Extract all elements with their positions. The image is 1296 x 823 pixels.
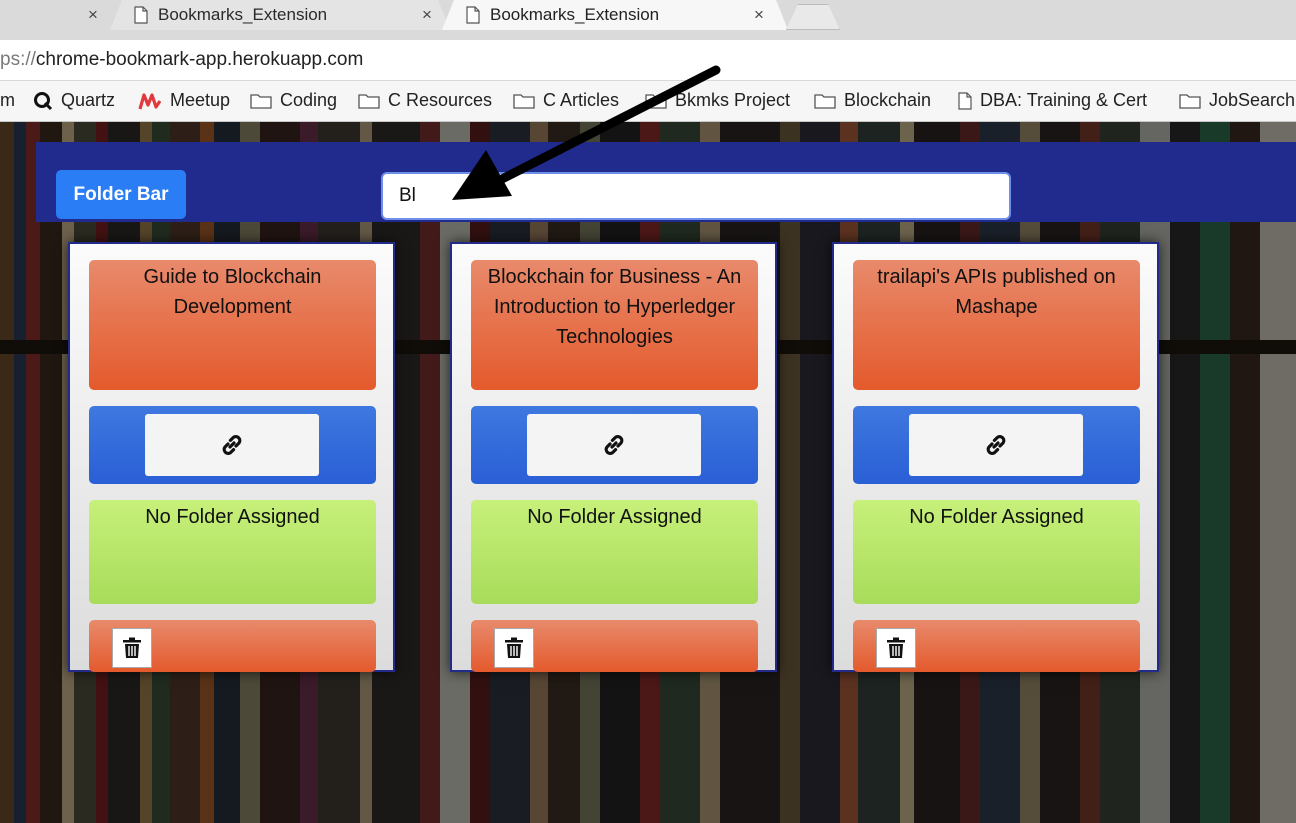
close-icon[interactable]: × [754, 5, 764, 25]
tab-label: Bookmarks_Extension [490, 5, 660, 24]
folder-assignment[interactable]: No Folder Assigned [471, 500, 758, 604]
bookmark-jobsearch[interactable]: JobSearch [1179, 90, 1295, 111]
link-icon [222, 435, 242, 455]
bookmark-title: trailapi's APIs published on Mashape [853, 260, 1140, 390]
bookmark-title: Blockchain for Business - An Introductio… [471, 260, 758, 390]
folder-icon [513, 93, 535, 109]
delete-panel [853, 620, 1140, 672]
link-icon [604, 435, 624, 455]
delete-panel [89, 620, 376, 672]
bookmark-c-resources[interactable]: C Resources [358, 90, 492, 111]
tab-bookmarks-1[interactable]: Bookmarks_Extension × [134, 0, 434, 30]
bookmark-label: Blockchain [844, 90, 932, 110]
delete-button[interactable] [494, 628, 534, 668]
folder-icon [250, 93, 272, 109]
bookmark-card: trailapi's APIs published on Mashape No … [832, 242, 1159, 672]
bookmark-card: Guide to Blockchain Development No Folde… [68, 242, 395, 672]
bookmark-partial[interactable]: m [0, 90, 15, 111]
close-icon[interactable]: × [422, 5, 432, 25]
delete-button[interactable] [876, 628, 916, 668]
folder-assignment[interactable]: No Folder Assigned [853, 500, 1140, 604]
bookmark-dba[interactable]: DBA: Training & Cert [958, 90, 1147, 111]
bookmark-meetup[interactable]: Meetup [138, 90, 230, 111]
document-icon [466, 6, 480, 24]
bookmark-coding[interactable]: Coding [250, 90, 337, 111]
close-icon[interactable]: × [88, 5, 98, 25]
link-panel [471, 406, 758, 484]
bookmark-label: Coding [280, 90, 338, 110]
tab-strip: × Bookmarks_Extension × Bookmarks_Extens… [0, 0, 1296, 40]
open-link-button[interactable] [527, 414, 701, 476]
quartz-icon [34, 91, 53, 110]
url-field[interactable]: ps://chrome-bookmark-app.herokuapp.com [0, 49, 363, 71]
tab-partial-close[interactable]: × [88, 0, 98, 30]
folder-icon [358, 93, 380, 109]
link-panel [89, 406, 376, 484]
delete-button[interactable] [112, 628, 152, 668]
bookmark-bkmks-project[interactable]: Bkmks Project [645, 90, 790, 111]
url-scheme: ps:// [0, 49, 36, 70]
app-navbar: Folder Bar [36, 142, 1296, 222]
trash-icon [505, 637, 523, 658]
bookmarks-bar: m Quartz Meetup Coding C Resources C Art… [0, 81, 1296, 122]
trash-icon [887, 637, 905, 658]
url-host: chrome-bookmark-app.herokuapp.com [35, 49, 364, 70]
new-tab-button[interactable] [786, 4, 840, 30]
bookmark-label: Meetup [170, 90, 231, 110]
folder-icon [645, 93, 667, 109]
open-link-button[interactable] [145, 414, 319, 476]
bookmark-label: DBA: Training & Cert [980, 90, 1148, 110]
bookmark-c-articles[interactable]: C Articles [513, 90, 619, 111]
search-input[interactable] [381, 172, 1011, 220]
tab-bookmarks-2[interactable]: Bookmarks_Extension × [466, 0, 776, 30]
folder-bar-button[interactable]: Folder Bar [56, 170, 186, 219]
delete-panel [471, 620, 758, 672]
bookmark-label: Quartz [61, 90, 116, 110]
link-panel [853, 406, 1140, 484]
bookmark-blockchain[interactable]: Blockchain [814, 90, 931, 111]
page-content: Folder Bar Guide to Blockchain Developme… [0, 122, 1296, 823]
page-icon [958, 91, 972, 110]
address-bar[interactable]: ps://chrome-bookmark-app.herokuapp.com [0, 40, 1296, 81]
tab-label: Bookmarks_Extension [158, 5, 328, 24]
folder-assignment[interactable]: No Folder Assigned [89, 500, 376, 604]
bookmark-title: Guide to Blockchain Development [89, 260, 376, 390]
bookmark-quartz[interactable]: Quartz [33, 90, 115, 111]
bookmark-label: C Resources [388, 90, 493, 110]
bookmark-label: JobSearch [1209, 90, 1296, 110]
link-icon [986, 435, 1006, 455]
bookmark-label: Bkmks Project [675, 90, 791, 110]
open-link-button[interactable] [909, 414, 1083, 476]
document-icon [134, 6, 148, 24]
folder-icon [1179, 93, 1201, 109]
trash-icon [123, 637, 141, 658]
meetup-icon [138, 92, 162, 109]
folder-icon [814, 93, 836, 109]
bookmark-label: C Articles [543, 90, 620, 110]
bookmark-card: Blockchain for Business - An Introductio… [450, 242, 777, 672]
bookmark-label: m [0, 90, 15, 110]
